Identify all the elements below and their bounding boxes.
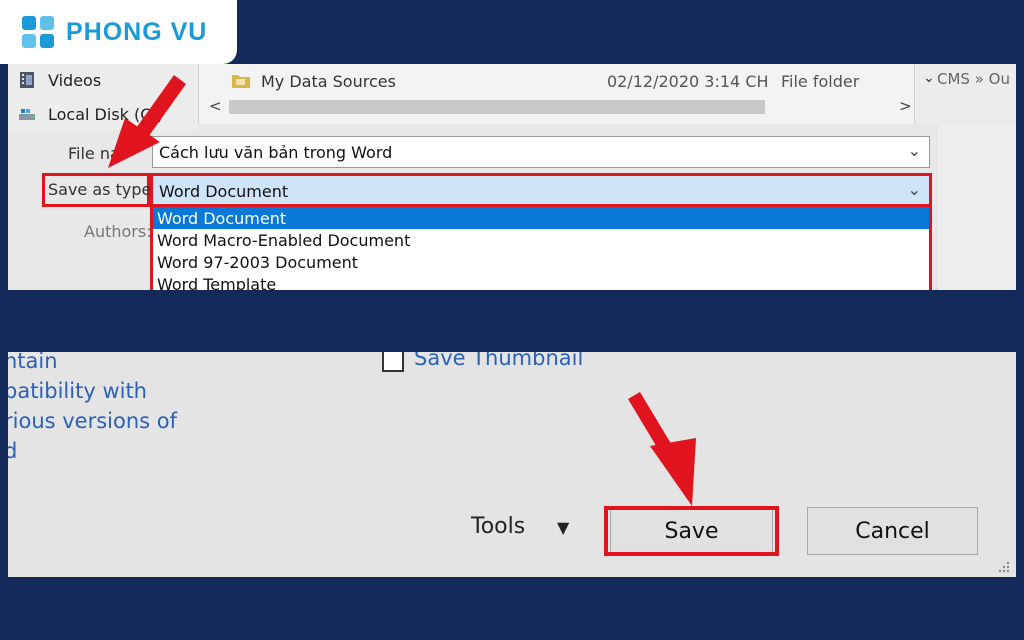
- file-name-value: Cách lưu văn bản trong Word: [159, 143, 393, 162]
- dropdown-highlight: [150, 204, 932, 290]
- scroll-right-icon[interactable]: >: [899, 97, 912, 115]
- horizontal-scrollbar[interactable]: < >: [199, 97, 924, 117]
- save-dialog-bottom: ntain patibility with rious versions of …: [8, 352, 1016, 577]
- file-name: My Data Sources: [261, 72, 396, 91]
- data-folder-icon: [232, 75, 250, 88]
- save-thumbnail-label: Save Thumbnail: [414, 352, 584, 370]
- save-button-highlight: [604, 506, 779, 556]
- save-dialog-top: Videos Local Disk (C:) My Data Sources 0…: [8, 64, 1016, 290]
- nav-item-label: Videos: [48, 70, 102, 90]
- file-name-label: File na: [68, 144, 120, 163]
- save-as-type-label: Save as type:: [48, 180, 157, 199]
- video-folder-icon: [20, 72, 34, 88]
- chevron-down-icon[interactable]: ⌄: [923, 70, 935, 86]
- resize-grip-icon[interactable]: [996, 559, 1010, 573]
- brand-logo-icon: [22, 16, 54, 48]
- nav-item-videos[interactable]: Videos: [18, 68, 101, 92]
- tools-menu[interactable]: Tools: [471, 514, 525, 539]
- brand-logo: PHONG VU: [0, 0, 237, 64]
- compatibility-option-text: ntain patibility with rious versions of …: [8, 352, 178, 463]
- path-bar: ⌄ CMS » Ou: [914, 64, 1016, 124]
- file-list: My Data Sources 02/12/2020 3:14 CH File …: [198, 64, 939, 124]
- caret-down-icon[interactable]: ▼: [557, 518, 569, 537]
- nav-item-local-disk[interactable]: Local Disk (C:): [18, 102, 163, 126]
- drive-icon: [19, 109, 35, 120]
- nav-item-label: Local Disk (C:): [48, 104, 164, 124]
- file-type: File folder: [781, 72, 860, 91]
- navigation-pane: Videos Local Disk (C:): [8, 64, 198, 130]
- file-name-field[interactable]: Cách lưu văn bản trong Word ⌄: [152, 136, 930, 168]
- scroll-thumb[interactable]: [229, 100, 765, 114]
- save-thumbnail-checkbox[interactable]: [382, 352, 404, 372]
- brand-name: PHONG VU: [66, 18, 208, 46]
- path-text: CMS » Ou: [937, 70, 1010, 88]
- file-date: 02/12/2020 3:14 CH: [607, 72, 769, 91]
- save-as-type-highlight: [150, 173, 932, 207]
- dialog-right-area: [938, 124, 1016, 290]
- scroll-left-icon[interactable]: <: [209, 97, 222, 115]
- chevron-down-icon[interactable]: ⌄: [908, 141, 921, 160]
- authors-label: Authors:: [84, 222, 152, 241]
- cancel-button[interactable]: Cancel: [807, 507, 978, 555]
- file-row[interactable]: My Data Sources 02/12/2020 3:14 CH File …: [199, 68, 924, 94]
